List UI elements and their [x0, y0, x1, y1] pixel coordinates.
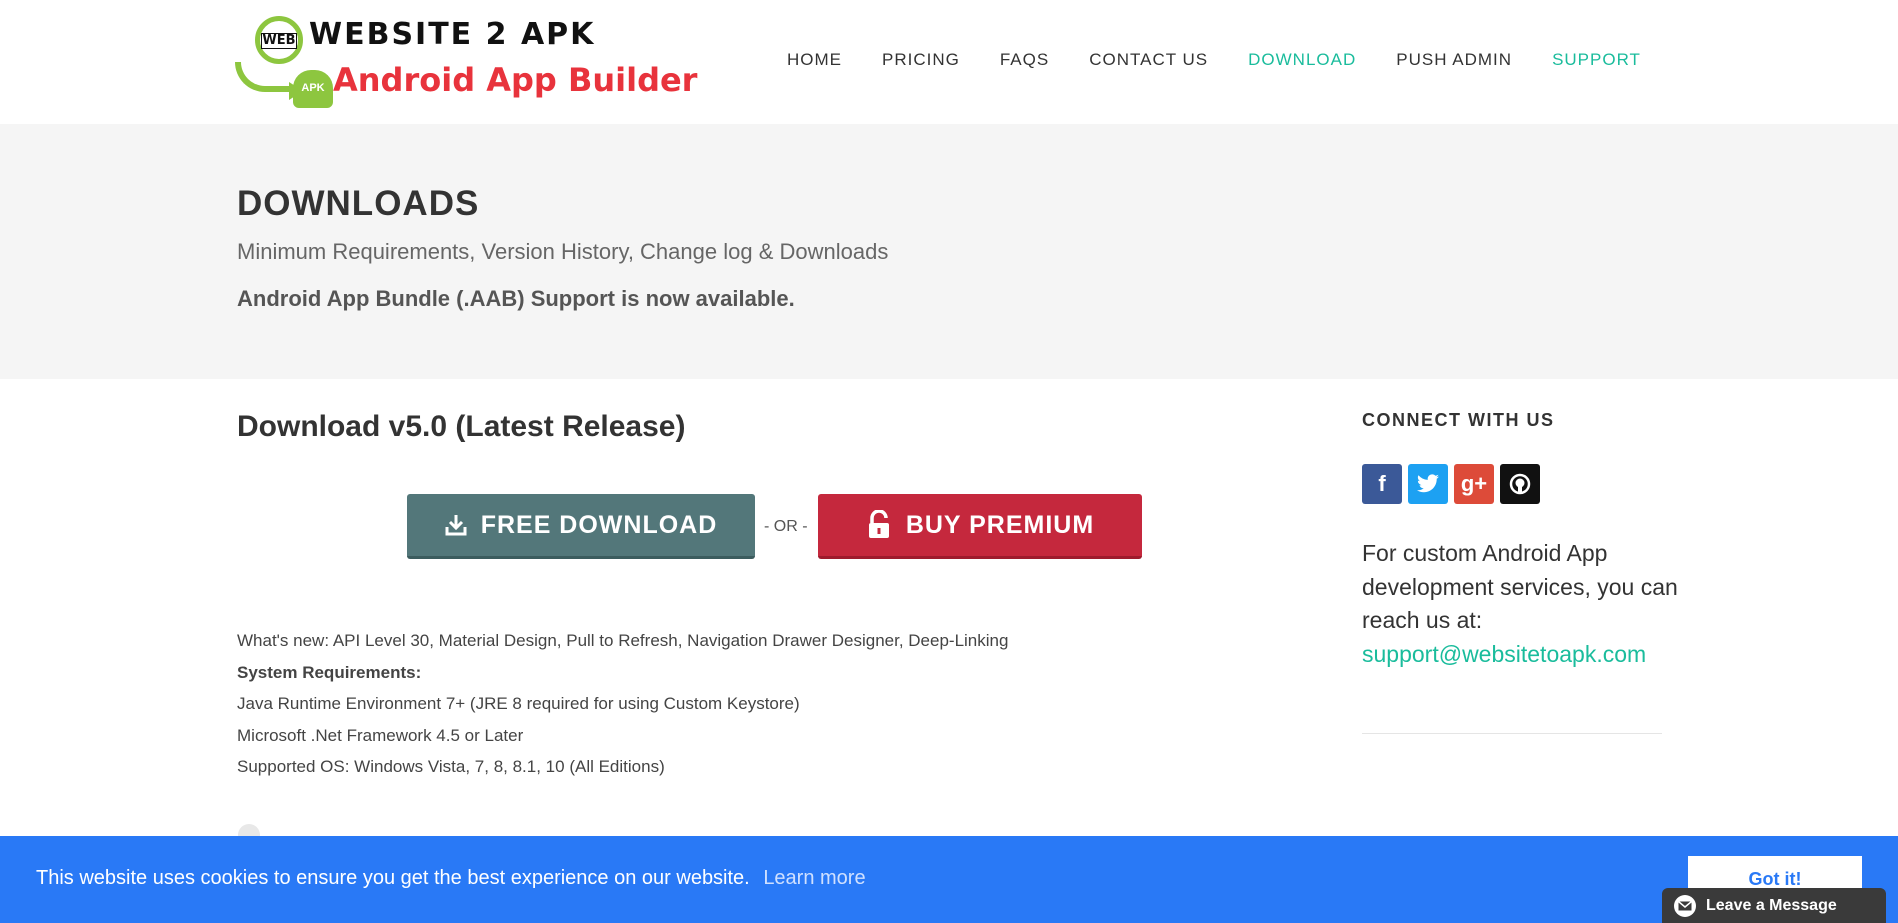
nav-support[interactable]: SUPPORT [1552, 50, 1641, 70]
download-icon [445, 513, 467, 537]
buy-premium-button[interactable]: BUY PREMIUM [818, 494, 1142, 559]
facebook-icon[interactable]: f [1362, 464, 1402, 504]
nav-faqs[interactable]: FAQS [1000, 50, 1049, 70]
envelope-icon [1674, 894, 1696, 917]
custom-dev-text: For custom Android App development servi… [1362, 537, 1682, 671]
connect-heading: CONNECT WITH US [1362, 410, 1555, 430]
release-info: What's new: API Level 30, Material Desig… [237, 625, 1008, 783]
aab-support-note: Android App Bundle (.AAB) Support is now… [237, 286, 795, 311]
system-requirements-heading: System Requirements: [237, 662, 422, 682]
nav-contact-us[interactable]: CONTACT US [1089, 50, 1208, 70]
hero-banner: DOWNLOADS Minimum Requirements, Version … [0, 124, 1898, 379]
cookie-text: This website uses cookies to ensure you … [36, 867, 750, 889]
buy-premium-label: BUY PREMIUM [905, 510, 1095, 539]
android-icon: APK [293, 70, 333, 108]
google-plus-icon[interactable]: g+ [1454, 464, 1494, 504]
twitter-icon[interactable] [1408, 464, 1448, 504]
cookie-consent-bar: This website uses cookies to ensure you … [0, 836, 1898, 923]
leave-message-label: Leave a Message [1706, 896, 1837, 914]
site-header: WEB APK WEBSITE 2 APK Android App Builde… [0, 0, 1898, 124]
unlock-icon [866, 510, 892, 540]
nav-download[interactable]: DOWNLOAD [1248, 50, 1356, 70]
logo-globe-text: WEB [261, 33, 297, 49]
requirement-os: Supported OS: Windows Vista, 7, 8, 8.1, … [237, 757, 665, 777]
whats-new-text: What's new: API Level 30, Material Desig… [237, 631, 1009, 650]
page-subtitle: Minimum Requirements, Version History, C… [237, 239, 889, 264]
support-email-link[interactable]: support@websitetoapk.com [1362, 641, 1646, 667]
sidebar-divider [1362, 733, 1662, 734]
free-download-button[interactable]: FREE DOWNLOAD [407, 494, 755, 559]
logo-line-2: Android App Builder [333, 61, 698, 99]
logo-globe-icon: WEB [255, 16, 303, 64]
download-title: Download v5.0 (Latest Release) [237, 410, 686, 443]
leave-message-widget[interactable]: Leave a Message [1662, 888, 1886, 923]
main-nav: HOME PRICING FAQS CONTACT US DOWNLOAD PU… [787, 50, 1641, 70]
page-title: DOWNLOADS [237, 184, 480, 223]
or-separator: - OR - [764, 518, 808, 535]
site-logo[interactable]: WEB APK WEBSITE 2 APK Android App Builde… [235, 14, 697, 110]
logo-arrow-shape [235, 62, 295, 92]
nav-home[interactable]: HOME [787, 50, 842, 70]
social-links: f g+ [1362, 464, 1546, 504]
logo-line-1: WEBSITE 2 APK [309, 17, 596, 52]
custom-dev-message: For custom Android App development servi… [1362, 540, 1678, 633]
github-icon[interactable] [1500, 464, 1540, 504]
nav-push-admin[interactable]: PUSH ADMIN [1396, 50, 1512, 70]
cookie-message: This website uses cookies to ensure you … [36, 867, 866, 890]
requirement-dotnet: Microsoft .Net Framework 4.5 or Later [237, 725, 524, 745]
free-download-label: FREE DOWNLOAD [480, 510, 718, 539]
requirement-java: Java Runtime Environment 7+ (JRE 8 requi… [237, 694, 800, 714]
logo-droid-text: APK [301, 82, 325, 94]
nav-pricing[interactable]: PRICING [882, 50, 960, 70]
learn-more-link[interactable]: Learn more [763, 867, 865, 889]
